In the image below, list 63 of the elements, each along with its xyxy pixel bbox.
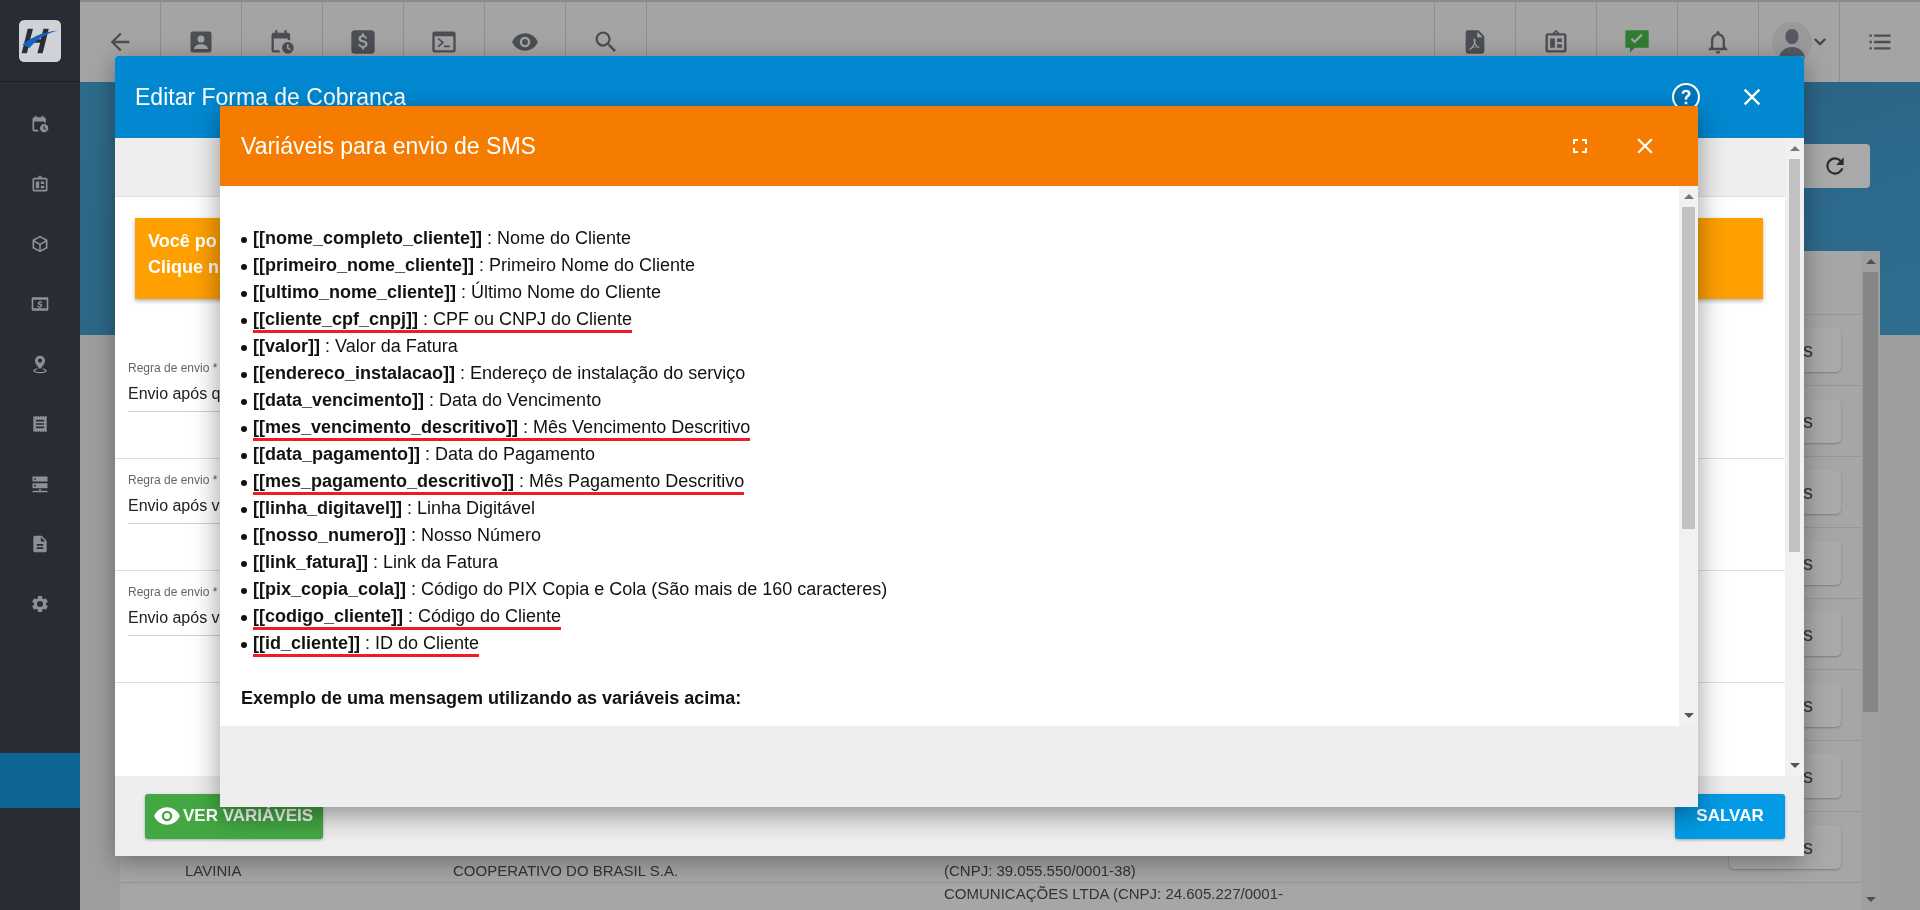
bullet-icon	[241, 236, 247, 243]
settings-icon	[30, 594, 50, 614]
table-cell: COOPERATIVO DO BRASIL S.A.	[453, 862, 679, 879]
cube-icon	[30, 234, 50, 254]
variable-text: [[valor]] : Valor da Fatura	[253, 335, 458, 358]
variable-text: [[linha_digitavel]] : Linha Digitável	[253, 497, 536, 520]
map-pin-icon	[30, 354, 50, 374]
server-icon	[30, 474, 50, 494]
caret-icon	[1814, 38, 1826, 46]
bullet-icon	[241, 533, 247, 540]
bullet-icon	[241, 344, 247, 351]
variable-text: [[pix_copia_cola]] : Código do PIX Copia e Cola (São mais de 160 caracteres)	[253, 578, 888, 601]
bullet-icon	[241, 398, 247, 405]
variable-text: [[data_vencimento]] : Data do Vencimento	[253, 389, 602, 412]
scrollbar-thumb[interactable]	[1863, 272, 1878, 712]
scrollbar-thumb[interactable]	[1682, 207, 1695, 529]
variable-text: [[endereco_instalacao]] : Endereço de instalação do serviço	[253, 362, 746, 385]
variable-text: [[id_cliente]] : ID do Cliente	[253, 632, 480, 657]
scroll-down-arrow[interactable]	[1683, 713, 1694, 718]
bullet-icon	[241, 587, 247, 594]
bullet-icon	[241, 452, 247, 459]
table-cell: (CNPJ: 39.055.550/0001-38)	[944, 862, 1136, 879]
scroll-up-arrow[interactable]	[1865, 259, 1876, 264]
save-button[interactable]: SALVAR	[1675, 793, 1785, 839]
bullet-icon	[241, 317, 247, 324]
variable-text: [[primeiro_nome_cliente]] : Primeiro Nome do Cliente	[253, 254, 696, 277]
variable-text: [[nome_completo_cliente]] : Nome do Cliente	[253, 227, 632, 250]
dialog-title: Variáveis para envio de SMS	[241, 132, 536, 160]
calendar-clock-icon	[30, 114, 50, 134]
bullet-icon	[241, 560, 247, 567]
table-cell: COMUNICAÇÕES LTDA (CNPJ: 24.605.227/0001-	[944, 885, 1284, 902]
bullet-icon	[241, 506, 247, 513]
table-cell: LAVINIA	[185, 862, 242, 879]
variable-text: [[codigo_cliente]] : Código do Cliente	[253, 605, 562, 630]
board-icon	[30, 174, 50, 194]
scroll-down-arrow[interactable]	[1865, 897, 1876, 902]
dollar-icon	[349, 28, 377, 56]
document-icon	[30, 534, 50, 554]
logo-icon[interactable]	[19, 19, 61, 62]
bullet-icon	[241, 479, 247, 486]
bullet-icon	[241, 425, 247, 432]
variable-text: [[nosso_numero]] : Nosso Número	[253, 524, 542, 547]
variable-text: [[ultimo_nome_cliente]] : Último Nome do Cliente	[253, 281, 662, 304]
example-heading: Exemplo de uma mensagem utilizando as variáveis acima:	[241, 688, 743, 709]
dialog-title: Editar Forma de Cobrança	[135, 83, 406, 111]
bullet-icon	[241, 614, 247, 621]
scroll-up-arrow[interactable]	[1683, 194, 1694, 199]
bullet-icon	[241, 263, 247, 270]
receipt-icon	[30, 414, 50, 434]
variable-text: [[mes_vencimento_descritivo]] : Mês Vencimento Descritivo	[253, 416, 751, 441]
notice-text: Clique n	[148, 257, 219, 278]
variable-text: [[link_fatura]] : Link da Fatura	[253, 551, 499, 574]
bullet-icon	[241, 641, 247, 648]
variable-text: [[cliente_cpf_cnpj]] : CPF ou CNPJ do Cliente	[253, 308, 633, 333]
notice-text: Você po	[148, 231, 217, 252]
variable-text: [[data_pagamento]] : Data do Pagamento	[253, 443, 596, 466]
scroll-down-arrow[interactable]	[1789, 763, 1800, 768]
banknote-icon	[30, 294, 50, 314]
variable-text: [[mes_pagamento_descritivo]] : Mês Pagamento Descritivo	[253, 470, 745, 495]
bullet-icon	[241, 290, 247, 297]
bullet-icon	[241, 371, 247, 378]
scrollbar-thumb[interactable]	[1789, 159, 1800, 552]
scroll-up-arrow[interactable]	[1789, 146, 1800, 151]
